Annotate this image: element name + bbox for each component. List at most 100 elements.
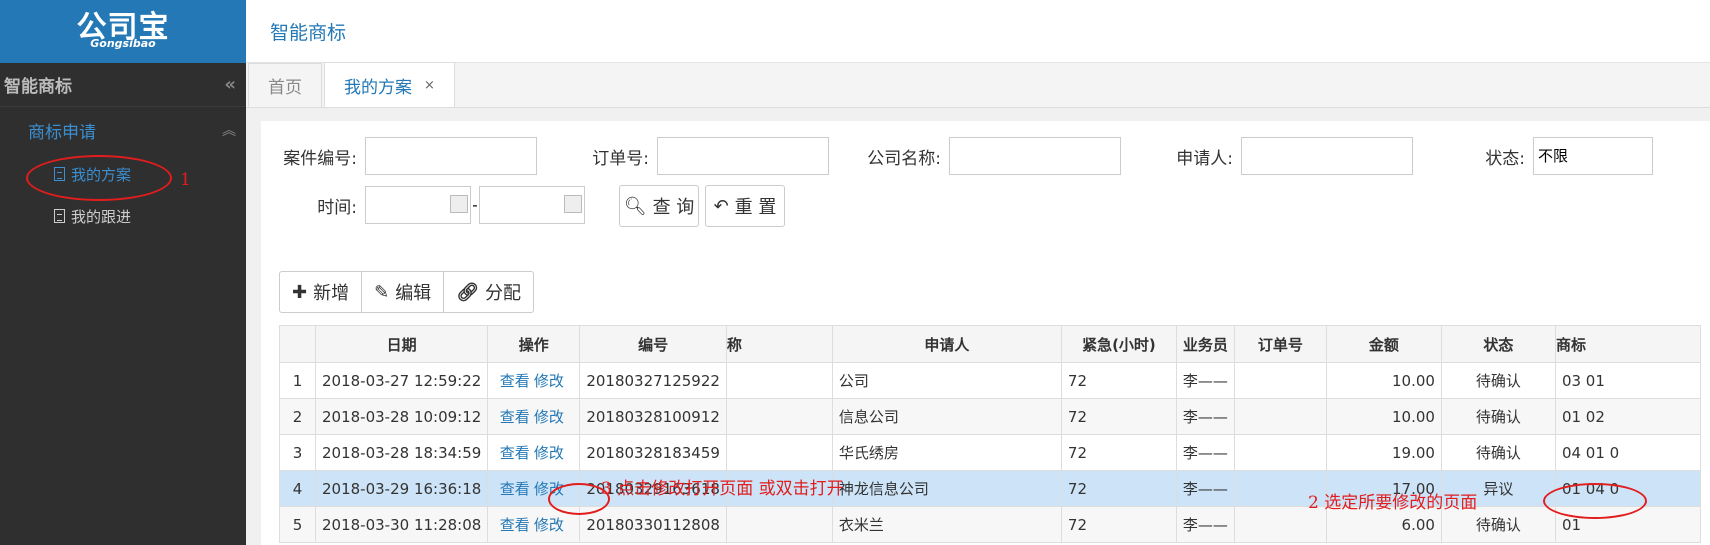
table-row-selected[interactable]: 4 2018-03-29 16:36:18 查看 修改 2018032916361… — [279, 470, 1701, 507]
name-cell — [725, 362, 833, 399]
sidebar-item-label: 我的跟进 — [71, 207, 132, 226]
modify-link[interactable]: 修改 — [534, 516, 564, 534]
urgency-cell: 72 — [1060, 506, 1177, 543]
status-select[interactable]: 不限 — [1533, 137, 1653, 175]
date-cell: 2018-03-28 10:09:12 — [314, 398, 489, 435]
annotation-step-3: 3 点击修改打开页面 或双击打开 — [601, 479, 844, 499]
sidebar: 公司宝 Gongsibao 智能商标 « 商标申请 ︽ 我的方案 我的跟进 — [0, 0, 246, 545]
column-header[interactable]: 订单号 — [1233, 325, 1327, 363]
tab-label: 首页 — [268, 78, 302, 98]
edit-button[interactable]: ✎ 编辑 — [362, 272, 445, 312]
view-link[interactable]: 查看 — [500, 516, 530, 534]
calendar-icon[interactable] — [564, 195, 582, 213]
column-header[interactable]: 称 — [725, 325, 833, 363]
table-row[interactable]: 5 2018-03-30 11:28:08 查看 修改 2018033011280… — [279, 506, 1701, 543]
salesperson-cell: 李—— — [1175, 434, 1235, 471]
calendar-icon[interactable] — [450, 195, 468, 213]
applicant-label: 申请人: — [1176, 148, 1233, 169]
tab-bar: 首页 我的方案 × — [246, 62, 1710, 108]
row-index: 1 — [279, 362, 316, 399]
salesperson-cell: 李—— — [1175, 506, 1235, 543]
status-cell: 待确认 — [1440, 434, 1556, 471]
salesperson-cell: 李—— — [1175, 398, 1235, 435]
row-index: 5 — [279, 506, 316, 543]
view-link[interactable]: 查看 — [500, 372, 530, 390]
logo[interactable]: 公司宝 Gongsibao — [0, 0, 246, 63]
sidebar-header: 智能商标 « — [0, 63, 246, 107]
add-label: 新增 — [313, 283, 350, 304]
row-index: 3 — [279, 434, 316, 471]
modify-link[interactable]: 修改 — [534, 372, 564, 390]
row-index: 4 — [279, 470, 316, 507]
column-header[interactable]: 操作 — [487, 325, 581, 363]
link-icon: 🔗︎ — [456, 281, 480, 303]
sidebar-group-label: 商标申请 — [28, 122, 96, 143]
column-header[interactable]: 日期 — [314, 325, 489, 363]
urgency-cell: 72 — [1060, 434, 1177, 471]
action-cell: 查看 修改 — [487, 362, 581, 399]
applicant-cell: 衣米兰 — [831, 506, 1062, 543]
reset-button[interactable]: ↶ 重 置 — [705, 185, 785, 227]
modify-link[interactable]: 修改 — [534, 408, 564, 426]
assign-button[interactable]: 🔗︎ 分配 — [444, 272, 533, 312]
table-row[interactable]: 1 2018-03-27 12:59:22 查看 修改 2018032712592… — [279, 362, 1701, 399]
sidebar-title: 智能商标 — [4, 77, 72, 97]
column-header[interactable]: 业务员 — [1175, 325, 1235, 363]
plus-icon: ✚ — [292, 281, 308, 303]
view-link[interactable]: 查看 — [500, 444, 530, 462]
column-header[interactable]: 编号 — [579, 325, 727, 363]
start-date-input[interactable] — [365, 186, 471, 224]
order-cell — [1233, 398, 1327, 435]
applicant-cell: 公司 — [831, 362, 1062, 399]
status-label: 状态: — [1485, 148, 1525, 169]
column-header[interactable]: 状态 — [1440, 325, 1556, 363]
order-no-label: 订单号: — [592, 148, 649, 169]
annotation-step-1: 1 — [180, 170, 191, 190]
row-index: 2 — [279, 398, 316, 435]
annotation-oval-my-plan — [26, 155, 172, 201]
trademark-cell: 03 01 — [1554, 362, 1701, 399]
table-row[interactable]: 3 2018-03-28 18:34:59 查看 修改 2018032818345… — [279, 434, 1701, 471]
modify-link[interactable]: 修改 — [534, 444, 564, 462]
company-name-input[interactable] — [949, 137, 1121, 175]
sidebar-item-my-followup[interactable]: 我的跟进 — [0, 195, 246, 237]
order-no-input[interactable] — [657, 137, 829, 175]
time-label: 时间: — [317, 197, 357, 218]
action-toolbar: ✚ 新增 ✎ 编辑 🔗︎ 分配 — [279, 271, 535, 313]
date-cell: 2018-03-29 16:36:18 — [314, 470, 489, 507]
query-button[interactable]: 🔍︎ 查 询 — [619, 185, 699, 227]
main-area: 智能商标 首页 我的方案 × 案件编号: 订单号: 公司名称: 申请人: 状态:… — [246, 0, 1710, 545]
sidebar-group-trademark[interactable]: 商标申请 ︽ — [0, 107, 246, 153]
tab-label: 我的方案 — [344, 77, 412, 98]
undo-icon: ↶ — [713, 195, 729, 217]
date-separator: - — [472, 196, 478, 214]
view-link[interactable]: 查看 — [500, 408, 530, 426]
app-window: 公司宝 Gongsibao 智能商标 « 商标申请 ︽ 我的方案 我的跟进 智能… — [0, 0, 1710, 545]
amount-cell: 10.00 — [1325, 398, 1442, 435]
tab-home[interactable]: 首页 — [248, 63, 322, 107]
annotation-oval-status — [1543, 483, 1647, 519]
trademark-cell: 01 02 — [1554, 398, 1701, 435]
column-header[interactable]: 紧急(小时) — [1060, 325, 1177, 363]
view-link[interactable]: 查看 — [500, 480, 530, 498]
case-no-input[interactable] — [365, 137, 537, 175]
column-header[interactable]: 申请人 — [831, 325, 1062, 363]
order-cell — [1233, 434, 1327, 471]
applicant-input[interactable] — [1241, 137, 1413, 175]
salesperson-cell: 李—— — [1175, 470, 1235, 507]
edit-icon: ✎ — [374, 281, 390, 303]
name-cell — [725, 434, 833, 471]
add-button[interactable]: ✚ 新增 — [280, 272, 363, 312]
table-row[interactable]: 2 2018-03-28 10:09:12 查看 修改 2018032810091… — [279, 398, 1701, 435]
number-cell: 20180328183459 — [579, 434, 727, 471]
end-date-input[interactable] — [479, 186, 585, 224]
close-icon[interactable]: × — [424, 78, 435, 93]
column-header[interactable]: 金额 — [1325, 325, 1442, 363]
column-header[interactable] — [279, 325, 316, 363]
column-header[interactable]: 商标 — [1554, 325, 1701, 363]
tab-my-plan[interactable]: 我的方案 × — [324, 62, 455, 107]
number-cell: 20180328100912 — [579, 398, 727, 435]
action-cell: 查看 修改 — [487, 434, 581, 471]
collapse-sidebar-icon[interactable]: « — [224, 74, 236, 95]
number-cell: 20180327125922 — [579, 362, 727, 399]
